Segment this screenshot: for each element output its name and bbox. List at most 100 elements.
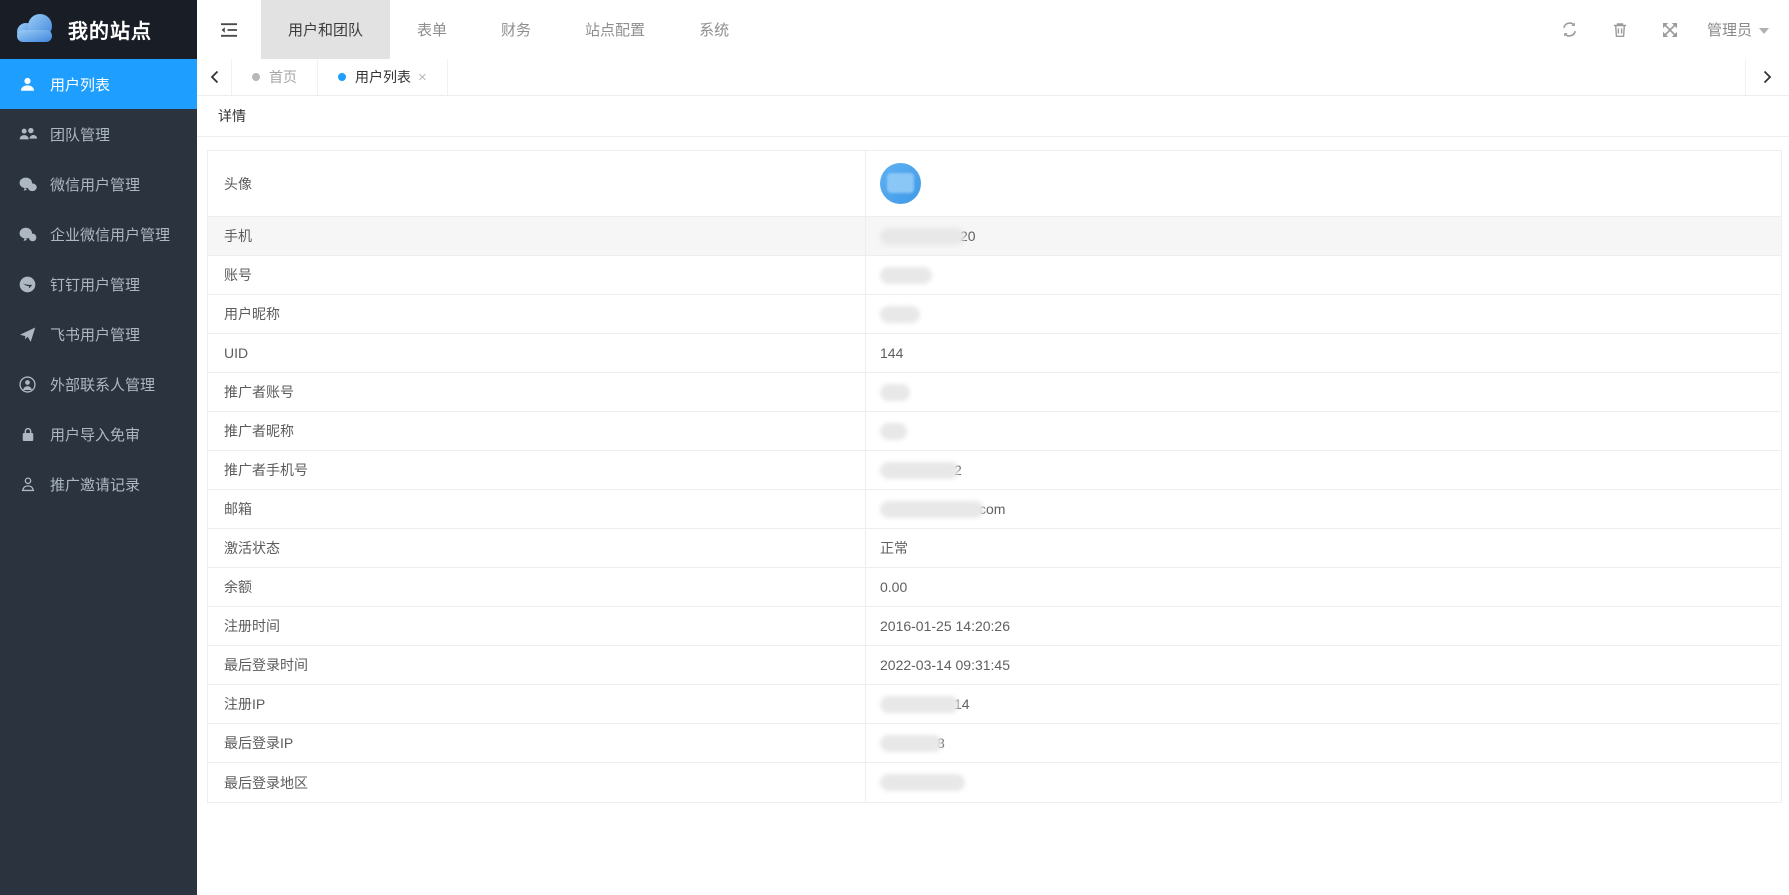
tab-bar: 首页 用户列表 × xyxy=(197,59,1789,96)
row-value xyxy=(866,295,1781,333)
page-tab-label: 用户列表 xyxy=(355,67,411,87)
sidebar-item-external-contacts[interactable]: 外部联系人管理 xyxy=(0,359,197,409)
content: 头像手机20账号用户昵称UID144推广者账号推广者昵称推广者手机号2邮箱com… xyxy=(197,137,1789,895)
row-label: UID xyxy=(208,334,866,372)
table-row: 最后登录IP8 xyxy=(208,724,1781,763)
sidebar-item-user-list[interactable]: 用户列表 xyxy=(0,59,197,109)
fullscreen-icon[interactable] xyxy=(1645,0,1695,59)
user-outline-icon xyxy=(18,476,37,492)
row-label: 账号 xyxy=(208,256,866,294)
nav-tab-forms[interactable]: 表单 xyxy=(390,0,474,59)
table-row: 推广者账号 xyxy=(208,373,1781,412)
user-icon xyxy=(18,76,37,92)
avatar-highlight xyxy=(887,173,914,193)
redacted-value xyxy=(880,735,942,752)
detail-table: 头像手机20账号用户昵称UID144推广者账号推广者昵称推广者手机号2邮箱com… xyxy=(207,150,1782,803)
close-tab-icon[interactable]: × xyxy=(418,70,427,85)
contact-icon xyxy=(18,376,37,393)
redacted-value xyxy=(880,501,984,518)
value-text: 2016-01-25 14:20:26 xyxy=(880,618,1010,634)
wecom-icon xyxy=(18,227,37,242)
row-value xyxy=(866,151,1781,216)
admin-label: 管理员 xyxy=(1707,19,1752,40)
page-tab-home[interactable]: 首页 xyxy=(232,59,318,95)
table-row: 注册IP14 xyxy=(208,685,1781,724)
tabs-scroll-left-icon[interactable] xyxy=(197,59,232,95)
refresh-icon[interactable] xyxy=(1545,0,1595,59)
nav-tab-finance[interactable]: 财务 xyxy=(474,0,558,59)
collapse-sidebar-icon[interactable] xyxy=(197,0,261,59)
admin-dropdown[interactable]: 管理员 xyxy=(1695,0,1789,59)
redacted-value xyxy=(880,267,932,284)
row-value xyxy=(866,763,1781,802)
page-tabs: 首页 用户列表 × xyxy=(232,59,448,95)
row-label: 最后登录地区 xyxy=(208,763,866,802)
sidebar-item-dingtalk-users[interactable]: 钉钉用户管理 xyxy=(0,259,197,309)
table-row: 激活状态正常 xyxy=(208,529,1781,568)
value-text: 0.00 xyxy=(880,579,907,595)
row-label: 激活状态 xyxy=(208,529,866,567)
table-row: 最后登录地区 xyxy=(208,763,1781,802)
row-label: 余额 xyxy=(208,568,866,606)
avatar-image xyxy=(880,163,921,204)
page-title: 详情 xyxy=(218,106,246,126)
row-value: 正常 xyxy=(866,529,1781,567)
sidebar-item-label: 钉钉用户管理 xyxy=(50,274,140,295)
sidebar-item-label: 用户列表 xyxy=(50,74,110,95)
table-row: 注册时间 2016-01-25 14:20:26 xyxy=(208,607,1781,646)
row-value xyxy=(866,373,1781,411)
table-row: 用户昵称 xyxy=(208,295,1781,334)
table-row: 账号 xyxy=(208,256,1781,295)
value-text: 144 xyxy=(880,345,903,361)
row-value: 2022-03-14 09:31:45 xyxy=(866,646,1781,684)
row-value: 2016-01-25 14:20:26 xyxy=(866,607,1781,645)
sidebar-item-label: 飞书用户管理 xyxy=(50,324,140,345)
logo-bar: 我的站点 xyxy=(0,0,197,59)
top-header: 用户和团队表单财务站点配置系统 管理 xyxy=(197,0,1789,59)
wechat-icon xyxy=(18,177,37,192)
sidebar-item-promo-invites[interactable]: 推广邀请记录 xyxy=(0,459,197,509)
nav-tab-system[interactable]: 系统 xyxy=(672,0,756,59)
row-value: 0.00 xyxy=(866,568,1781,606)
value-text: 2022-03-14 09:31:45 xyxy=(880,657,1010,673)
sidebar-item-import-noreview[interactable]: 用户导入免审 xyxy=(0,409,197,459)
redacted-value xyxy=(880,696,959,713)
table-row: 手机20 xyxy=(208,217,1781,256)
redacted-value xyxy=(880,384,910,401)
table-row: 推广者昵称 xyxy=(208,412,1781,451)
sidebar-item-label: 企业微信用户管理 xyxy=(50,224,170,245)
row-label: 最后登录IP xyxy=(208,724,866,762)
row-label: 注册时间 xyxy=(208,607,866,645)
lock-icon xyxy=(18,426,37,442)
redacted-value xyxy=(880,228,965,245)
top-nav-tabs: 用户和团队表单财务站点配置系统 xyxy=(261,0,756,59)
caret-down-icon xyxy=(1759,21,1769,38)
row-label: 注册IP xyxy=(208,685,866,723)
row-label: 邮箱 xyxy=(208,490,866,528)
sidebar-item-wechat-users[interactable]: 微信用户管理 xyxy=(0,159,197,209)
dingtalk-icon xyxy=(18,276,37,293)
row-value xyxy=(866,256,1781,294)
row-value xyxy=(866,412,1781,450)
tabs-scroll-right-icon[interactable] xyxy=(1745,59,1789,95)
row-label: 手机 xyxy=(208,217,866,255)
trash-icon[interactable] xyxy=(1595,0,1645,59)
sidebar-item-wecom-users[interactable]: 企业微信用户管理 xyxy=(0,209,197,259)
row-value: 8 xyxy=(866,724,1781,762)
redacted-value xyxy=(880,423,907,440)
sidebar-item-team-mgmt[interactable]: 团队管理 xyxy=(0,109,197,159)
redacted-value xyxy=(880,306,920,323)
row-label: 用户昵称 xyxy=(208,295,866,333)
row-label: 推广者昵称 xyxy=(208,412,866,450)
table-row: 邮箱com xyxy=(208,490,1781,529)
row-value: com xyxy=(866,490,1781,528)
row-value: 14 xyxy=(866,685,1781,723)
redacted-value xyxy=(880,774,965,791)
main-area: 用户和团队表单财务站点配置系统 管理 xyxy=(197,0,1789,895)
table-row: UID 144 xyxy=(208,334,1781,373)
sidebar-item-feishu-users[interactable]: 飞书用户管理 xyxy=(0,309,197,359)
page-tab-user-list[interactable]: 用户列表 × xyxy=(318,59,448,95)
nav-tab-site-config[interactable]: 站点配置 xyxy=(558,0,672,59)
nav-tab-users-teams[interactable]: 用户和团队 xyxy=(261,0,390,59)
row-value: 20 xyxy=(866,217,1781,255)
